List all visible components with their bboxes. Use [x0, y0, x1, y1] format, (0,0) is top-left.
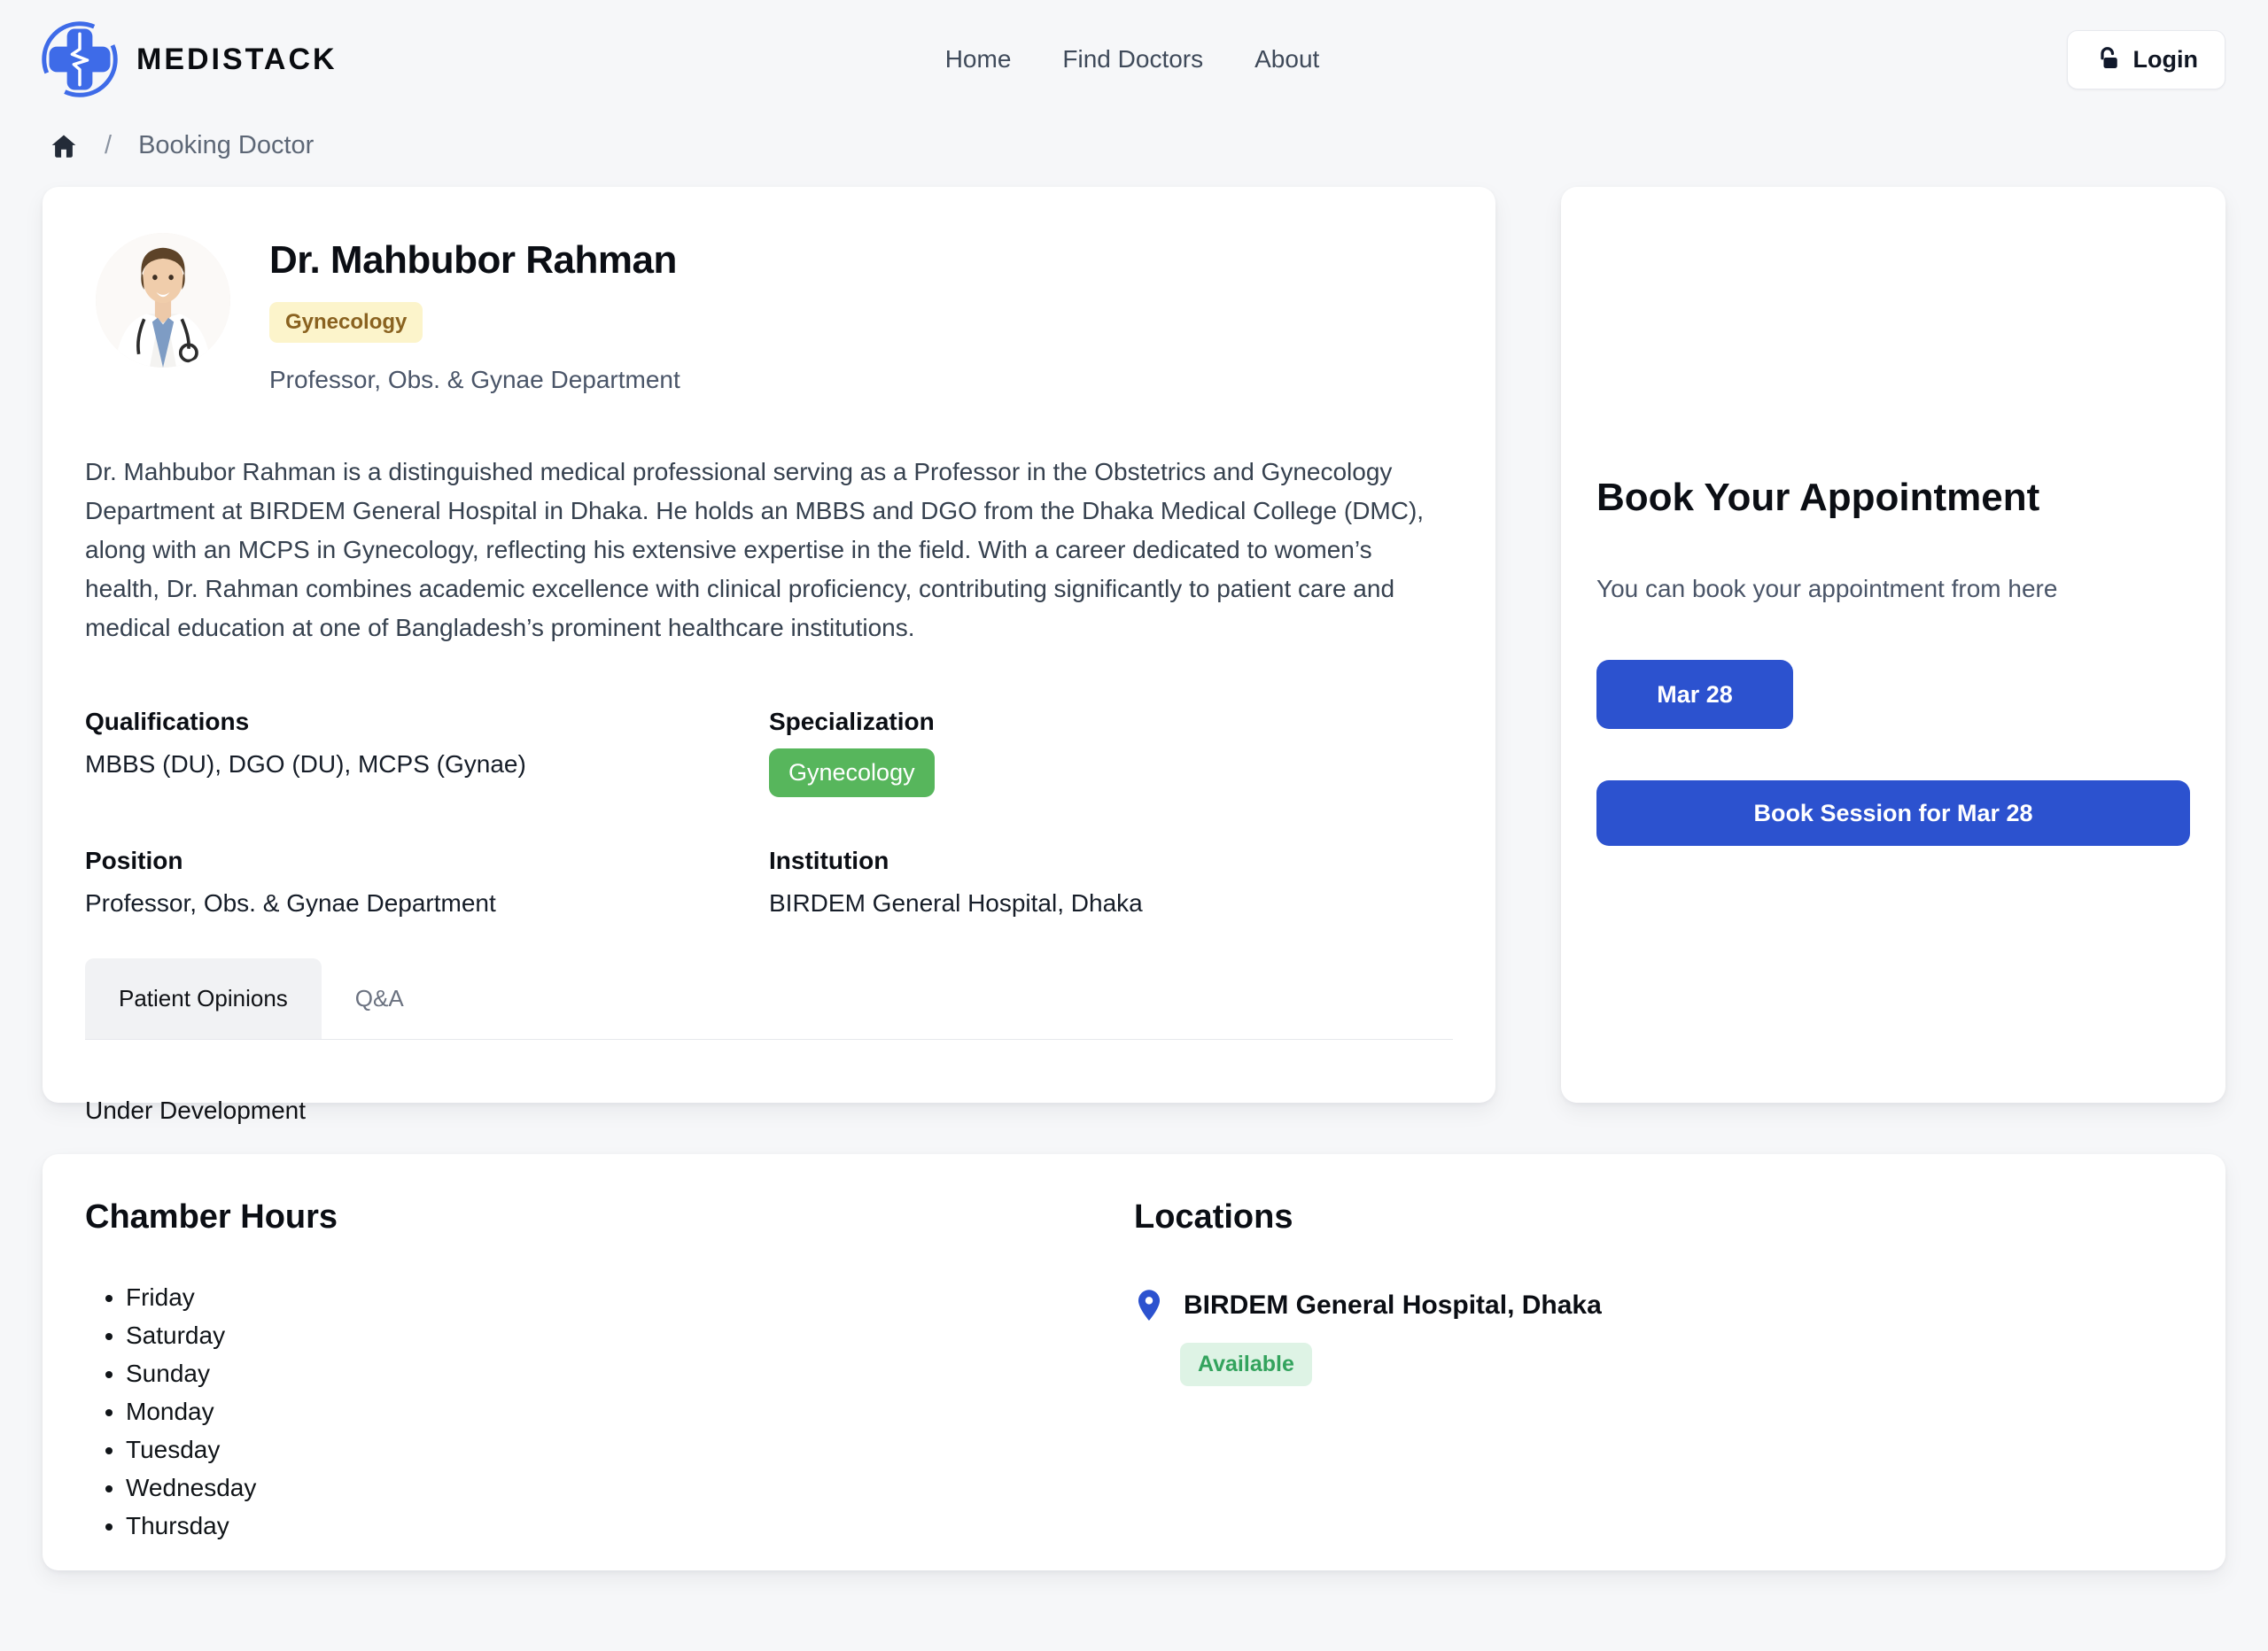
- day-item: Friday: [126, 1284, 1134, 1311]
- schedule-card: Chamber Hours Friday Saturday Sunday Mon…: [43, 1154, 2225, 1570]
- detail-qualifications: Qualifications MBBS (DU), DGO (DU), MCPS…: [85, 708, 769, 797]
- doctor-title: Professor, Obs. & Gynae Department: [269, 366, 680, 394]
- day-item: Saturday: [126, 1322, 1134, 1349]
- profile-tabs: Patient Opinions Q&A: [85, 958, 1453, 1040]
- nav-item-find-doctors[interactable]: Find Doctors: [1062, 45, 1203, 74]
- page: MEDISTACK Home Find Doctors About Login: [0, 0, 2268, 1651]
- header: MEDISTACK Home Find Doctors About Login: [0, 0, 2268, 99]
- main-content: Dr. Mahbubor Rahman Gynecology Professor…: [0, 187, 2268, 1103]
- login-label: Login: [2133, 46, 2198, 74]
- main-nav: Home Find Doctors About: [945, 45, 1320, 74]
- qualifications-label: Qualifications: [85, 708, 769, 736]
- nav-item-home[interactable]: Home: [945, 45, 1012, 74]
- locations-title: Locations: [1134, 1198, 2183, 1236]
- day-item: Wednesday: [126, 1475, 1134, 1501]
- nav-item-about[interactable]: About: [1254, 45, 1319, 74]
- booking-card: Book Your Appointment You can book your …: [1561, 187, 2225, 1103]
- qualifications-value: MBBS (DU), DGO (DU), MCPS (Gynae): [85, 750, 769, 779]
- breadcrumb-current: Booking Doctor: [138, 131, 314, 160]
- detail-position: Position Professor, Obs. & Gynae Departm…: [85, 847, 769, 918]
- specialty-badge: Gynecology: [269, 302, 423, 343]
- map-pin-icon: [1134, 1288, 1164, 1323]
- availability-badge: Available: [1180, 1343, 1312, 1386]
- position-label: Position: [85, 847, 769, 875]
- brand-name: MEDISTACK: [136, 43, 338, 77]
- specialization-label: Specialization: [769, 708, 1453, 736]
- chamber-hours-section: Chamber Hours Friday Saturday Sunday Mon…: [85, 1198, 1134, 1551]
- booking-title: Book Your Appointment: [1596, 476, 2190, 520]
- header-right: Login: [1319, 30, 2225, 89]
- profile-header: Dr. Mahbubor Rahman Gynecology Professor…: [85, 233, 1453, 394]
- breadcrumb-separator: /: [105, 131, 112, 160]
- location-item: BIRDEM General Hospital, Dhaka: [1134, 1288, 2183, 1323]
- medistack-logo-icon: [39, 19, 120, 100]
- locations-section: Locations BIRDEM General Hospital, Dhaka…: [1134, 1198, 2183, 1551]
- brand-logo[interactable]: MEDISTACK: [39, 19, 945, 100]
- date-button[interactable]: Mar 28: [1596, 660, 1793, 729]
- tab-content: Under Development: [85, 1097, 1453, 1125]
- detail-specialization: Specialization Gynecology: [769, 708, 1453, 797]
- doctor-details-grid: Qualifications MBBS (DU), DGO (DU), MCPS…: [85, 708, 1453, 918]
- position-value: Professor, Obs. & Gynae Department: [85, 889, 769, 918]
- day-item: Tuesday: [126, 1437, 1134, 1463]
- chamber-days-list: Friday Saturday Sunday Monday Tuesday We…: [85, 1284, 1134, 1539]
- detail-institution: Institution BIRDEM General Hospital, Dha…: [769, 847, 1453, 918]
- doctor-profile-card: Dr. Mahbubor Rahman Gynecology Professor…: [43, 187, 1495, 1103]
- institution-label: Institution: [769, 847, 1453, 875]
- home-icon[interactable]: [50, 132, 78, 160]
- specialization-badge: Gynecology: [769, 748, 935, 797]
- unlock-icon: [2094, 46, 2121, 73]
- profile-identity: Dr. Mahbubor Rahman Gynecology Professor…: [269, 233, 680, 394]
- chamber-hours-title: Chamber Hours: [85, 1198, 1134, 1236]
- doctor-avatar: [96, 233, 230, 368]
- doctor-name: Dr. Mahbubor Rahman: [269, 238, 680, 283]
- doctor-bio: Dr. Mahbubor Rahman is a distinguished m…: [85, 453, 1441, 647]
- day-item: Sunday: [126, 1360, 1134, 1387]
- institution-value: BIRDEM General Hospital, Dhaka: [769, 889, 1453, 918]
- day-item: Thursday: [126, 1513, 1134, 1539]
- breadcrumb: / Booking Doctor: [0, 131, 2268, 160]
- book-session-button[interactable]: Book Session for Mar 28: [1596, 780, 2190, 846]
- location-name: BIRDEM General Hospital, Dhaka: [1184, 1291, 1602, 1321]
- booking-subtitle: You can book your appointment from here: [1596, 575, 2190, 603]
- login-button[interactable]: Login: [2067, 30, 2225, 89]
- tab-patient-opinions[interactable]: Patient Opinions: [85, 958, 322, 1039]
- day-item: Monday: [126, 1399, 1134, 1425]
- tab-qa[interactable]: Q&A: [322, 958, 438, 1039]
